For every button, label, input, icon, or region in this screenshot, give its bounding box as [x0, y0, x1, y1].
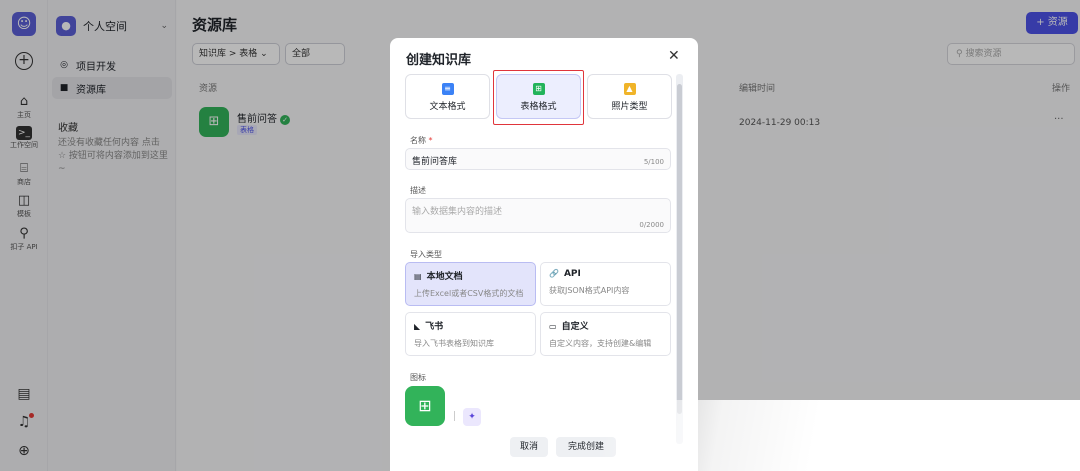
description-char-count: 0/2000 — [639, 221, 664, 229]
file-icon: ▤ — [414, 272, 422, 281]
format-option-text[interactable]: ≡ 文本格式 — [405, 74, 490, 119]
divider — [454, 411, 455, 421]
name-label: 名称 * — [410, 136, 433, 145]
knowledge-table-icon[interactable]: ⊞ — [405, 386, 445, 426]
image-icon: ▲ — [623, 83, 636, 95]
name-field[interactable]: 售前问答库 5/100 — [405, 148, 671, 170]
link-icon: 🔗 — [549, 269, 559, 278]
light-glare-overlay — [600, 400, 1080, 471]
highlight-box — [493, 70, 584, 125]
document-icon: ≡ — [441, 83, 454, 95]
format-option-image[interactable]: ▲ 照片类型 — [587, 74, 672, 119]
cancel-button[interactable]: 取消 — [510, 437, 548, 457]
edit-doc-icon: ▭ — [549, 322, 557, 331]
dialog-title: 创建知识库 — [406, 53, 472, 68]
name-char-count: 5/100 — [643, 158, 664, 166]
import-type-local-doc[interactable]: ▤ 本地文档 上传Excel或者CSV格式的文档 — [405, 262, 536, 306]
description-field[interactable]: 输入数据集内容的描述 0/2000 — [405, 198, 671, 233]
import-type-label: 导入类型 — [410, 250, 442, 259]
import-type-feishu[interactable]: ◣ 飞书 导入飞书表格到知识库 — [405, 312, 536, 356]
description-label: 描述 — [410, 186, 426, 195]
scrollbar-thumb[interactable] — [677, 84, 682, 414]
feishu-icon: ◣ — [414, 322, 421, 331]
icon-label: 图标 — [410, 373, 426, 382]
import-type-custom[interactable]: ▭ 自定义 自定义内容，支持创建&编辑 — [540, 312, 671, 356]
close-icon[interactable]: ✕ — [668, 48, 680, 64]
import-type-api[interactable]: 🔗 API 获取JSON格式API内容 — [540, 262, 671, 306]
ai-generate-icon[interactable]: ✦ — [463, 408, 481, 426]
required-asterisk: * — [428, 136, 433, 145]
